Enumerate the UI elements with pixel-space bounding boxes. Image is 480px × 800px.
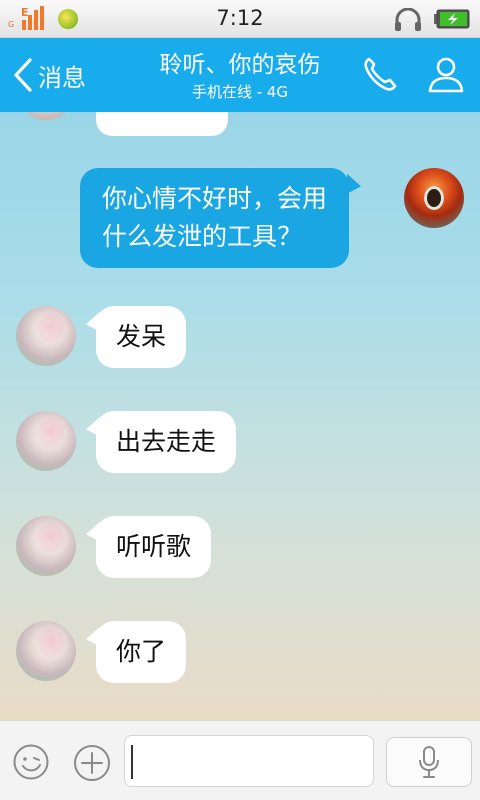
message-text: 你了 [116, 637, 167, 666]
status-bar: G E 7:12 [0, 0, 480, 38]
battery-charging-icon [434, 9, 470, 29]
text-caret [131, 745, 133, 779]
bubble-tail [86, 626, 100, 652]
online-status: 手机在线 - 4G [191, 83, 289, 101]
message-bubble-partial[interactable] [96, 112, 228, 136]
plus-icon[interactable] [72, 743, 112, 783]
friend-avatar[interactable] [16, 516, 76, 576]
contact-info[interactable]: 聆听、你的哀伤 手机在线 - 4G [120, 50, 360, 102]
back-button[interactable]: 消息 [12, 38, 86, 112]
message-text: 发呆 [116, 322, 167, 351]
emoji-icon[interactable] [12, 743, 50, 781]
message-text: 出去走走 [116, 427, 217, 456]
message-bubble-sent[interactable]: 你心情不好时，会用 什么发泄的工具？ [80, 168, 362, 268]
bubble-tail [86, 311, 100, 337]
message-bubble-received[interactable]: 发呆 [86, 306, 187, 368]
chat-header: 消息 聆听、你的哀伤 手机在线 - 4G [0, 38, 480, 112]
back-label: 消息 [38, 63, 86, 92]
message-bubble-received[interactable]: 听听歌 [86, 516, 212, 578]
bubble-tail [86, 521, 100, 547]
message-text: 听听歌 [116, 532, 192, 561]
message-text-line: 什么发泄的工具？ [102, 222, 303, 251]
chat-messages[interactable]: 你心情不好时，会用 什么发泄的工具？ 发呆 出去走走 听听歌 你了 [0, 112, 480, 720]
contact-name: 聆听、你的哀伤 [159, 52, 321, 78]
message-bubble-received[interactable]: 你了 [86, 621, 187, 683]
chevron-left-icon [14, 58, 32, 92]
bubble-tail [347, 173, 362, 199]
friend-avatar[interactable] [16, 306, 76, 366]
voice-button[interactable] [386, 737, 472, 787]
friend-avatar[interactable] [16, 411, 76, 471]
user-profile-icon[interactable] [426, 54, 466, 94]
message-bubble-received[interactable]: 出去走走 [86, 411, 237, 473]
phone-icon[interactable] [360, 54, 400, 94]
microphone-icon [419, 746, 439, 778]
input-bar [0, 720, 480, 800]
message-input[interactable] [124, 735, 374, 787]
headset-icon [395, 8, 421, 31]
bubble-tail [86, 416, 100, 442]
my-avatar[interactable] [404, 168, 464, 228]
friend-avatar[interactable] [16, 621, 76, 681]
message-text-line: 你心情不好时，会用 [102, 184, 328, 213]
avatar[interactable] [16, 112, 76, 120]
